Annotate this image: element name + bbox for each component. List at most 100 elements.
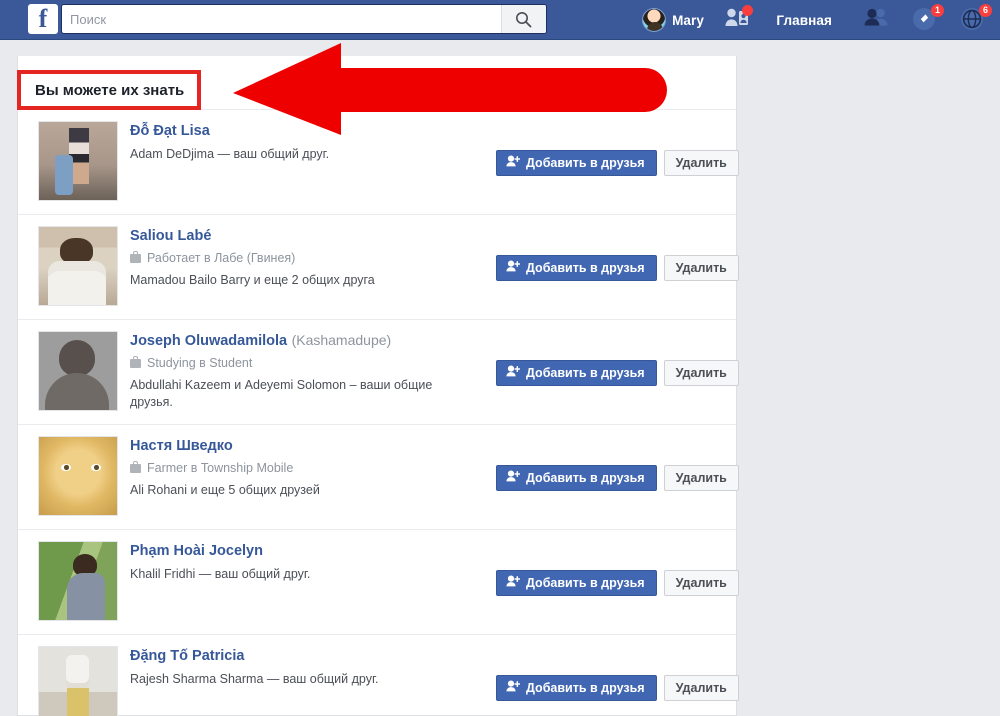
person-mutual-friends: Mamadou Bailo Barry и еще 2 общих друга <box>130 273 375 287</box>
home-label: Главная <box>776 12 832 28</box>
top-navigation-bar: f Mary <box>0 0 1000 40</box>
add-friend-label: Добавить в друзья <box>526 575 645 590</box>
person-name-line: Saliou Labé <box>130 227 475 245</box>
person-avatar[interactable] <box>38 541 118 621</box>
person-avatar[interactable] <box>38 646 118 716</box>
person-suggestion-row: Đỗ Đạt Lisa Adam DeDjima — ваш общий друг… <box>18 110 739 215</box>
remove-label: Удалить <box>675 680 727 695</box>
highlight-box: Вы можете их знать <box>17 70 201 110</box>
globe-notifications-icon: 6 <box>960 4 992 33</box>
add-friend-label: Добавить в друзья <box>526 470 645 485</box>
add-friend-label: Добавить в друзья <box>526 365 645 380</box>
add-friend-button[interactable]: Добавить в друзья <box>496 464 657 491</box>
person-mutual-friends: Ali Rohani и еще 5 общих друзей <box>130 483 320 497</box>
add-friend-label: Добавить в друзья <box>526 260 645 275</box>
person-avatar[interactable] <box>38 331 118 411</box>
avatar <box>642 8 667 32</box>
person-name-line: Đỗ Đạt Lisa <box>130 122 475 140</box>
add-friend-icon <box>506 575 521 590</box>
notifications-button[interactable]: 6 <box>960 0 992 40</box>
person-name[interactable]: Đặng Tố Patricia <box>130 648 244 664</box>
briefcase-icon <box>130 250 141 263</box>
person-name[interactable]: Phạm Hoài Jocelyn <box>130 543 263 559</box>
messenger-icon: 1 <box>912 4 944 33</box>
person-info: Настя Шведко Farmer в Township Mobile Ali … <box>130 437 475 499</box>
person-info: Joseph Oluwadamilola (Kashamadupe) Studyi… <box>130 332 475 411</box>
add-friend-icon <box>506 365 521 380</box>
person-actions: Добавить в друзья Удалить <box>496 530 739 635</box>
remove-label: Удалить <box>675 470 727 485</box>
briefcase-icon <box>130 460 141 473</box>
search-input[interactable] <box>62 5 502 33</box>
remove-suggestion-button[interactable]: Удалить <box>663 149 739 176</box>
add-friend-label: Добавить в друзья <box>526 155 645 170</box>
add-friend-label: Добавить в друзья <box>526 680 645 695</box>
person-name[interactable]: Настя Шведко <box>130 438 233 454</box>
person-name-line: Настя Шведко <box>130 437 475 455</box>
remove-label: Удалить <box>675 155 727 170</box>
remove-suggestion-button[interactable]: Удалить <box>663 359 739 386</box>
add-friend-button[interactable]: Добавить в друзья <box>496 359 657 386</box>
friend-requests-button[interactable] <box>724 0 753 40</box>
add-friend-icon <box>506 680 521 695</box>
person-name-line: Phạm Hoài Jocelyn <box>130 542 475 560</box>
messages-badge: 1 <box>931 4 944 17</box>
remove-suggestion-button[interactable]: Удалить <box>663 464 739 491</box>
friends-icon <box>864 7 890 33</box>
add-friend-icon <box>506 155 521 170</box>
person-suggestion-row: Phạm Hoài Jocelyn Khalil Fridhi — ваш общ… <box>18 530 739 635</box>
add-friend-icon <box>506 470 521 485</box>
person-mutual-friends: Adam DeDjima — ваш общий друг. <box>130 147 330 161</box>
person-actions: Добавить в друзья Удалить <box>496 425 739 530</box>
person-name[interactable]: Đỗ Đạt Lisa <box>130 123 210 139</box>
facebook-page: f Mary <box>0 0 1000 716</box>
person-info: Đặng Tố Patricia Rajesh Sharma Sharma — в… <box>130 647 475 688</box>
person-name-line: Joseph Oluwadamilola (Kashamadupe) <box>130 332 475 350</box>
card-header: Вы можете их знать <box>17 56 736 110</box>
person-actions: Добавить в друзья Удалить <box>496 110 739 215</box>
remove-suggestion-button[interactable]: Удалить <box>663 569 739 596</box>
remove-label: Удалить <box>675 575 727 590</box>
add-friend-icon <box>506 260 521 275</box>
friends-button[interactable] <box>864 0 890 40</box>
page-title: Вы можете их знать <box>35 81 185 99</box>
person-mutual-friends: Khalil Fridhi — ваш общий друг. <box>130 567 311 581</box>
remove-suggestion-button[interactable]: Удалить <box>663 254 739 281</box>
remove-label: Удалить <box>675 365 727 380</box>
friend-request-alert-dot <box>742 5 753 16</box>
person-suggestion-row: Đặng Tố Patricia Rajesh Sharma Sharma — в… <box>18 635 739 716</box>
remove-label: Удалить <box>675 260 727 275</box>
person-suggestion-row: Joseph Oluwadamilola (Kashamadupe) Studyi… <box>18 320 739 425</box>
person-actions: Добавить в друзья Удалить <box>496 320 739 425</box>
person-info: Phạm Hoài Jocelyn Khalil Fridhi — ваш общ… <box>130 542 475 583</box>
person-suggestion-row: Saliou Labé Работает в Лабе (Гвинея) Mamad… <box>18 215 739 320</box>
person-info: Saliou Labé Работает в Лабе (Гвинея) Mamad… <box>130 227 475 289</box>
profile-link[interactable]: Mary <box>642 0 704 40</box>
person-name[interactable]: Joseph Oluwadamilola <box>130 333 287 349</box>
search-button[interactable] <box>501 5 546 33</box>
person-avatar[interactable] <box>38 436 118 516</box>
person-avatar[interactable] <box>38 121 118 201</box>
notifications-badge: 6 <box>979 4 992 17</box>
home-link[interactable]: Главная <box>776 0 832 40</box>
person-work-text: Studying в Student <box>147 356 253 370</box>
person-name[interactable]: Saliou Labé <box>130 228 211 244</box>
person-work-text: Работает в Лабе (Гвинея) <box>147 251 296 265</box>
people-you-may-know-card: Вы можете их знать Đỗ Đạt Lisa Adam DeDji… <box>17 56 739 716</box>
add-friend-button[interactable]: Добавить в друзья <box>496 149 657 176</box>
add-friend-button[interactable]: Добавить в друзья <box>496 674 657 701</box>
add-friend-button[interactable]: Добавить в друзья <box>496 569 657 596</box>
search-bar <box>62 5 546 33</box>
add-friend-button[interactable]: Добавить в друзья <box>496 254 657 281</box>
remove-suggestion-button[interactable]: Удалить <box>663 674 739 701</box>
person-work-text: Farmer в Township Mobile <box>147 461 294 475</box>
person-avatar[interactable] <box>38 226 118 306</box>
person-work: Работает в Лабе (Гвинея) <box>130 250 475 266</box>
messages-button[interactable]: 1 <box>912 0 944 40</box>
person-actions: Добавить в друзья Удалить <box>496 215 739 320</box>
person-mutual-friends: Rajesh Sharma Sharma — ваш общий друг. <box>130 672 379 686</box>
briefcase-icon <box>130 355 141 368</box>
friend-request-icon <box>724 5 753 33</box>
profile-name: Mary <box>672 12 704 28</box>
facebook-logo[interactable]: f <box>28 4 58 34</box>
